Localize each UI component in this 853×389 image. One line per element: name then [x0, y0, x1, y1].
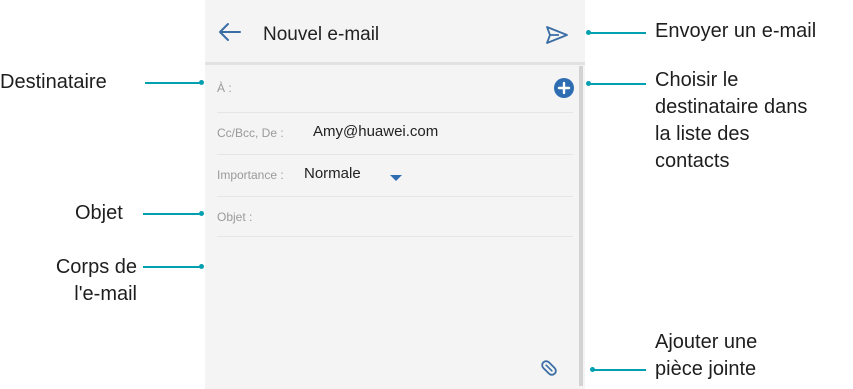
callout-choisir-line2: destinataire dans	[655, 96, 808, 118]
callout-line-destinataire	[145, 82, 201, 84]
callout-corps-line1: Corps de	[55, 256, 137, 278]
callout-dot-destinataire	[199, 80, 204, 85]
callout-corps-line2: l'e-mail	[74, 283, 137, 305]
to-label: À :	[217, 81, 232, 95]
arrow-left-icon[interactable]	[218, 22, 242, 42]
callout-line-corps	[143, 266, 201, 268]
callout-dot-corps	[199, 264, 204, 269]
callout-choisir-line4: contacts	[655, 150, 730, 172]
scrollbar[interactable]	[579, 66, 583, 386]
callout-line-ajouter	[592, 369, 646, 371]
callout-choisir: Choisir le destinataire dans la liste de…	[655, 67, 807, 175]
cc-bcc-from-field[interactable]: Cc/Bcc, De : Amy@huawei.com	[217, 112, 573, 155]
from-email-value: Amy@huawei.com	[313, 123, 439, 140]
callout-destinataire: Destinataire	[0, 71, 107, 93]
callout-corps: Corps de l'e-mail	[36, 254, 137, 308]
caret-down-icon[interactable]	[389, 170, 403, 181]
callout-line-envoyer	[588, 32, 646, 34]
to-field[interactable]: À :	[217, 66, 574, 113]
subject-field[interactable]: Objet :	[217, 196, 573, 237]
importance-field[interactable]: Importance : Normale	[217, 154, 573, 197]
page-title: Nouvel e-mail	[263, 24, 380, 45]
send-icon[interactable]	[545, 25, 569, 45]
importance-value: Normale	[304, 165, 361, 182]
callout-envoyer: Envoyer un e-mail	[655, 20, 817, 42]
callout-ajouter: Ajouter une pièce jointe	[655, 329, 757, 383]
cc-bcc-label: Cc/Bcc, De :	[217, 126, 284, 140]
plus-circle-icon[interactable]	[554, 78, 574, 98]
subject-label: Objet :	[217, 210, 253, 224]
callout-choisir-line3: la liste des	[655, 123, 750, 145]
email-body-area[interactable]	[217, 240, 573, 380]
paperclip-icon[interactable]	[539, 358, 559, 378]
app-header: Nouvel e-mail	[205, 0, 585, 65]
callout-choisir-line1: Choisir le	[655, 69, 739, 91]
callout-ajouter-line2: pièce jointe	[655, 358, 757, 380]
callout-objet: Objet	[75, 202, 123, 224]
email-compose-screen: Nouvel e-mail À : Cc/Bcc, De : Amy@huawe…	[205, 0, 585, 389]
callout-line-choisir	[588, 83, 646, 85]
callout-dot-objet	[199, 211, 204, 216]
callout-ajouter-line1: Ajouter une	[655, 331, 758, 353]
importance-label: Importance :	[217, 168, 284, 182]
callout-line-objet	[143, 213, 201, 215]
